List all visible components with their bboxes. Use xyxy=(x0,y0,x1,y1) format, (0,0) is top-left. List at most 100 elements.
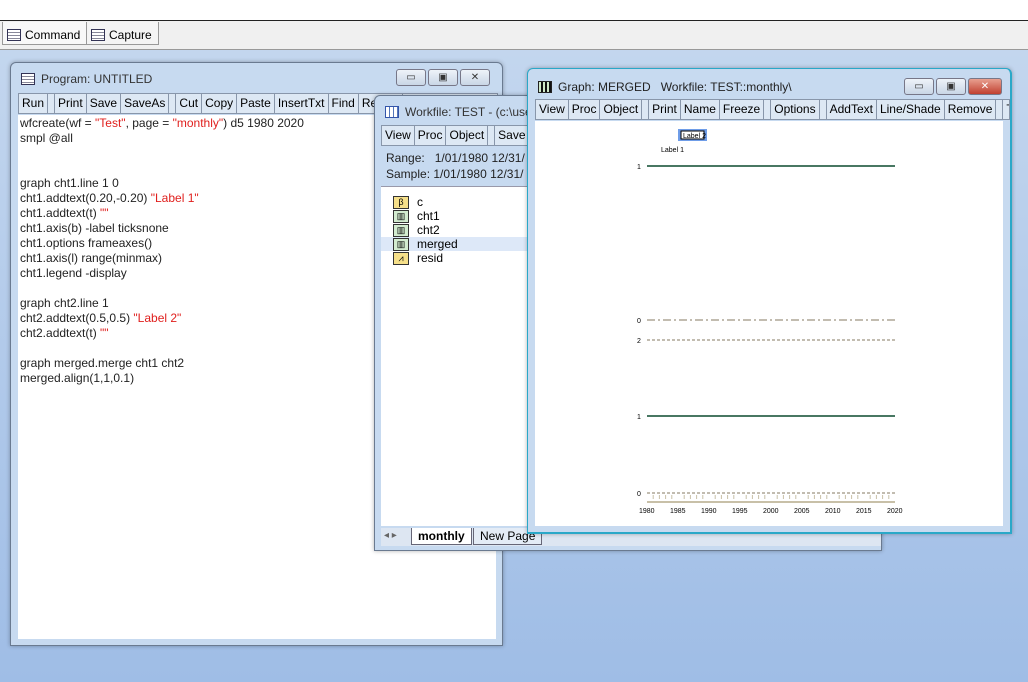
page-tab-monthly[interactable]: monthly xyxy=(411,528,472,545)
toolbar-button-lineshade[interactable]: Line/Shade xyxy=(877,100,945,119)
range-info[interactable]: Range: 1/01/1980 12/31/ xyxy=(386,151,525,165)
toolbar-button-view[interactable]: View xyxy=(382,126,415,145)
string-literal: "Test" xyxy=(95,116,126,130)
code-text: cht1.options frameaxes() xyxy=(20,236,153,250)
toolbar-button-view[interactable]: View xyxy=(536,100,569,119)
series-icon: ⩘ xyxy=(393,251,409,265)
string-literal: "" xyxy=(100,326,109,340)
code-text: wfcreate(wf = xyxy=(20,116,96,130)
toolbar-button-save[interactable]: Save xyxy=(87,94,122,113)
code-text: smpl @all xyxy=(20,131,73,145)
toolbar-button-tem[interactable]: Tem xyxy=(1002,100,1009,119)
x-tick-label: 1990 xyxy=(701,508,717,515)
graph-icon: ▥ xyxy=(393,223,409,237)
toolbar-button-remove[interactable]: Remove xyxy=(945,100,997,119)
toolbar-button-find[interactable]: Find xyxy=(329,94,359,113)
code-text: ) d5 1980 2020 xyxy=(223,116,304,130)
close-button[interactable]: ✕ xyxy=(460,69,490,86)
coefficient-icon: β xyxy=(393,195,409,209)
title-text: Workfile: TEST - (c:\use xyxy=(405,105,532,119)
minimize-button[interactable]: ▭ xyxy=(396,69,426,86)
toolbar-button-paste[interactable]: Paste xyxy=(237,94,275,113)
x-tick-label: 2015 xyxy=(856,508,872,515)
toolbar-button-proc[interactable]: Proc xyxy=(415,126,447,145)
label-1-text[interactable]: Label 1 xyxy=(661,147,684,154)
command-tab-bar: Command Capture xyxy=(0,21,1028,50)
toolbar-button-object[interactable]: Object xyxy=(446,126,489,145)
x-tick-label: 2000 xyxy=(763,508,779,515)
object-name: merged xyxy=(417,237,458,251)
toolbar-button-options[interactable]: Options xyxy=(770,100,820,119)
graph-icon xyxy=(538,81,552,93)
maximize-button[interactable]: ▣ xyxy=(428,69,458,86)
y-tick-label: 1 xyxy=(637,414,641,421)
object-name: resid xyxy=(417,251,444,265)
merged-graph: Label 2 Label 1 1 0 2 1 0 1980 1985 1990 19… xyxy=(637,129,903,515)
window-title: Program: UNTITLED xyxy=(21,72,152,86)
x-tick-label: 2010 xyxy=(825,508,841,515)
string-literal: "Label 1" xyxy=(150,191,199,205)
title-text: Graph: MERGED Workfile: TEST::monthly\ xyxy=(558,80,792,94)
graph-icon: ▥ xyxy=(393,209,409,223)
toolbar-button-cut[interactable]: Cut xyxy=(175,94,203,113)
tab-command[interactable]: Command xyxy=(2,22,88,45)
command-input[interactable] xyxy=(0,0,1028,21)
sample-label: Sample: xyxy=(386,167,431,181)
code-text: graph cht1.line 1 0 xyxy=(20,176,119,190)
string-literal: "" xyxy=(100,206,109,220)
object-name: c xyxy=(417,195,423,209)
x-tick-label: 1985 xyxy=(670,508,686,515)
workfile-icon xyxy=(385,106,399,118)
y-tick-label: 2 xyxy=(637,338,641,345)
graph-toolbar: View Proc Object Print Name Freeze Options AddT… xyxy=(535,99,1010,120)
range-value: 1/01/1980 12/31/ xyxy=(434,151,525,165)
toolbar-button-object[interactable]: Object xyxy=(600,100,643,119)
code-text: cht2.addtext(0.5,0.5) xyxy=(20,311,134,325)
title-text: Program: UNTITLED xyxy=(41,72,153,86)
code-text: cht1.axis(l) range(minmax) xyxy=(20,251,163,265)
toolbar-button-print[interactable]: Print xyxy=(648,100,681,119)
toolbar-button-name[interactable]: Name xyxy=(681,100,720,119)
toolbar-button-saveas[interactable]: SaveAs xyxy=(121,94,170,113)
toolbar-button-freeze[interactable]: Freeze xyxy=(720,100,765,119)
label-2-text[interactable]: Label 2 xyxy=(683,133,706,140)
code-text: cht1.legend -display xyxy=(20,266,127,280)
toolbar-button-save[interactable]: Save xyxy=(494,126,530,145)
tab-label: Capture xyxy=(109,27,152,42)
y-tick-label: 1 xyxy=(637,164,641,171)
minimize-button[interactable]: ▭ xyxy=(904,78,934,95)
toolbar-button-run[interactable]: Run xyxy=(19,94,49,113)
toolbar-button-inserttxt[interactable]: InsertTxt xyxy=(275,94,329,113)
toolbar-button-copy[interactable]: Copy xyxy=(202,94,238,113)
sample-value: 1/01/1980 12/31/ xyxy=(433,167,524,181)
y-tick-label: 0 xyxy=(637,491,641,498)
window-title: Graph: MERGED Workfile: TEST::monthly\ xyxy=(538,80,792,94)
sample-info[interactable]: Sample: 1/01/1980 12/31/ xyxy=(386,167,523,181)
graph-icon: ▥ xyxy=(393,237,409,251)
code-text: cht2.addtext(t) xyxy=(20,326,101,340)
close-button[interactable]: ✕ xyxy=(968,78,1002,95)
code-text: cht1.addtext(0.20,-0.20) xyxy=(20,191,151,205)
y-tick-label: 0 xyxy=(637,318,641,325)
code-text: graph cht2.line 1 xyxy=(20,296,109,310)
graph-area[interactable]: Label 2 Label 1 1 0 2 1 0 1980 1985 1990 19… xyxy=(535,121,1003,526)
window-title: Workfile: TEST - (c:\use xyxy=(385,105,532,119)
string-literal: "Label 2" xyxy=(133,311,182,325)
document-icon xyxy=(91,28,105,41)
x-tick-label: 2005 xyxy=(794,508,810,515)
x-tick-label: 2020 xyxy=(887,508,903,515)
toolbar-button-print[interactable]: Print xyxy=(54,94,87,113)
object-name: cht1 xyxy=(417,209,440,223)
range-label: Range: xyxy=(386,151,425,165)
tab-label: Command xyxy=(25,27,81,42)
code-text: merged.align(1,1,0.1) xyxy=(20,371,135,385)
x-tick-label: 1995 xyxy=(732,508,748,515)
code-text: cht1.axis(b) -label ticksnone xyxy=(20,221,169,235)
tab-scroll-arrows[interactable]: ◂ ▸ xyxy=(384,530,397,541)
toolbar-button-addtext[interactable]: AddText xyxy=(825,100,877,119)
toolbar-button-proc[interactable]: Proc xyxy=(569,100,601,119)
string-literal: "monthly" xyxy=(172,116,224,130)
code-text: , page = xyxy=(125,116,173,130)
tab-capture[interactable]: Capture xyxy=(86,22,159,45)
maximize-button[interactable]: ▣ xyxy=(936,78,966,95)
